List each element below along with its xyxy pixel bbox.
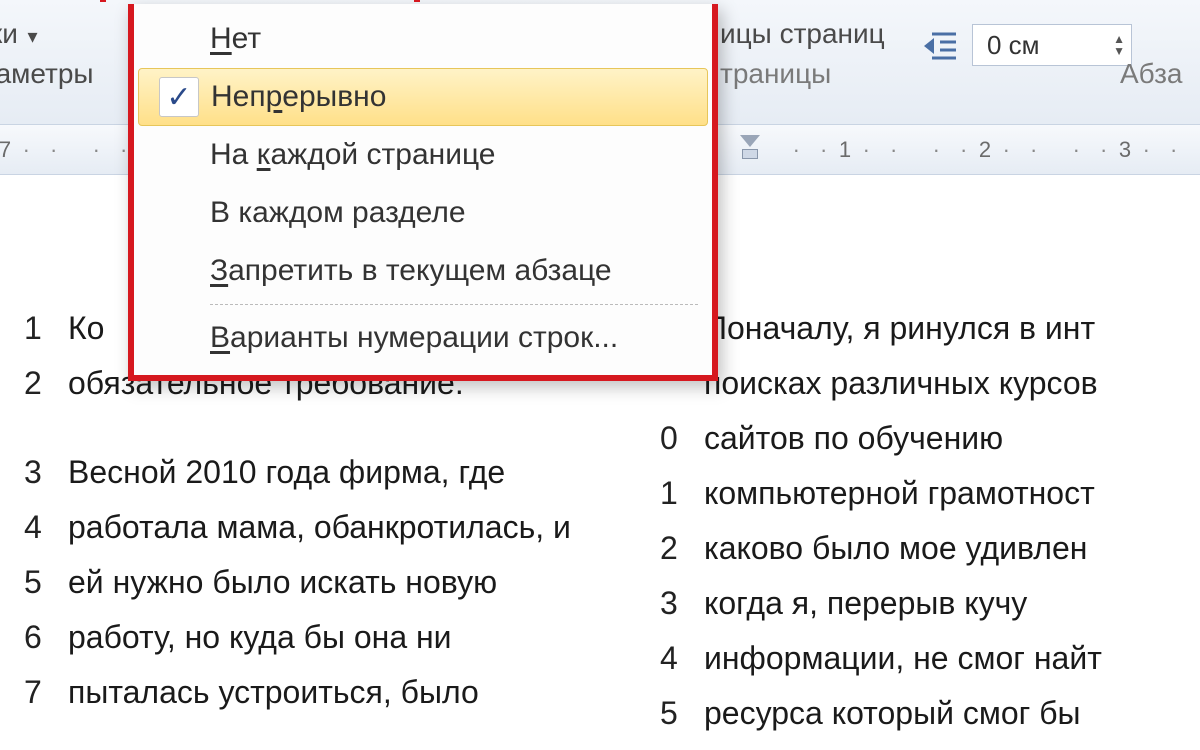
indent-marker-icon[interactable] xyxy=(740,135,760,171)
annotation-highlight-top xyxy=(100,0,420,2)
line-number: 4 xyxy=(24,509,68,546)
menu-item-label: Варианты нумерации строк... xyxy=(210,321,618,355)
line-numbering-dropdown: Нет ✓ Непрерывно На каждой странице В каждом… xyxy=(128,4,718,381)
menu-item-label: Непрерывно xyxy=(211,80,386,114)
line-text[interactable]: ей нужно было искать новую xyxy=(68,564,644,601)
text-column-right: Поначалу, я ринулся в инт поисках различн… xyxy=(660,310,1200,750)
document-line: Поначалу, я ринулся в инт xyxy=(660,310,1200,347)
document-line: 3Весной 2010 года фирма, где xyxy=(24,454,644,491)
line-number: 1 xyxy=(660,475,704,512)
menu-item[interactable]: Запретить в текущем абзаце xyxy=(138,242,708,300)
ruler-tick xyxy=(1160,125,1200,175)
line-text[interactable]: информации, не смог найт xyxy=(704,640,1200,677)
document-line: 1компьютерной грамотност xyxy=(660,475,1200,512)
ribbon-button-fragment-left[interactable]: ки ▾ xyxy=(0,18,38,50)
line-number: 7 xyxy=(24,674,68,711)
ribbon-group-label-right: траницы xyxy=(720,58,831,90)
chevron-down-icon[interactable]: ▼ xyxy=(1113,46,1125,56)
menu-separator xyxy=(210,304,698,305)
line-text[interactable]: Весной 2010 года фирма, где xyxy=(68,454,644,491)
document-line: 6работу, но куда бы она ни xyxy=(24,619,644,656)
line-text[interactable]: Поначалу, я ринулся в инт xyxy=(704,310,1200,347)
ruler-tick xyxy=(1020,125,1090,175)
indent-value: 0 см xyxy=(987,30,1040,61)
line-text[interactable]: работала мама, обанкротилась, и xyxy=(68,509,644,546)
menu-item[interactable]: На каждой странице xyxy=(138,126,708,184)
line-number: 0 xyxy=(660,420,704,457)
line-text[interactable]: компьютерной грамотност xyxy=(704,475,1200,512)
ruler-tick: 3 xyxy=(1090,125,1160,175)
menu-item-label: Нет xyxy=(210,22,261,56)
line-number: 2 xyxy=(24,365,68,402)
ruler-tick: 2 xyxy=(950,125,1020,175)
document-line: 2каково было мое удивлен xyxy=(660,530,1200,567)
menu-item[interactable]: ✓ Непрерывно xyxy=(138,68,708,126)
line-text[interactable]: сайтов по обучению xyxy=(704,420,1200,457)
menu-item-options[interactable]: Варианты нумерации строк... xyxy=(138,309,708,367)
line-number: 3 xyxy=(24,454,68,491)
line-number: 1 xyxy=(24,310,68,347)
indent-left-icon[interactable] xyxy=(920,27,960,63)
line-number: 2 xyxy=(660,530,704,567)
paragraph-gap xyxy=(24,420,644,454)
check-icon: ✓ xyxy=(159,77,199,117)
document-line: 5ресурса который смог бы xyxy=(660,695,1200,732)
menu-item-label: В каждом разделе xyxy=(210,196,466,230)
indent-control-group: 0 см ▲ ▼ xyxy=(920,24,1132,66)
ruler-tick xyxy=(40,125,110,175)
chevron-up-icon[interactable]: ▲ xyxy=(1113,34,1125,44)
line-text[interactable]: когда я, перерыв кучу xyxy=(704,585,1200,622)
line-number: 6 xyxy=(24,619,68,656)
ribbon-button-fragment-right[interactable]: ицы страниц xyxy=(720,18,885,50)
ribbon-group-label-paragraph: Абза xyxy=(1120,58,1183,90)
ruler-tick xyxy=(880,125,950,175)
line-text[interactable]: работу, но куда бы она ни xyxy=(68,619,644,656)
spinner-control[interactable]: ▲ ▼ xyxy=(1113,34,1125,56)
document-line: 4работала мама, обанкротилась, и xyxy=(24,509,644,546)
line-text[interactable]: пыталась устроиться, было xyxy=(68,674,644,711)
document-line: поисках различных курсов xyxy=(660,365,1200,402)
line-number: 5 xyxy=(24,564,68,601)
document-line: 5ей нужно было искать новую xyxy=(24,564,644,601)
line-text[interactable]: поисках различных курсов xyxy=(704,365,1200,402)
ruler-tick: 7 xyxy=(0,125,40,175)
menu-item[interactable]: В каждом разделе xyxy=(138,184,708,242)
line-number: 4 xyxy=(660,640,704,677)
document-line: 7пыталась устроиться, было xyxy=(24,674,644,711)
line-text[interactable]: каково было мое удивлен xyxy=(704,530,1200,567)
chevron-down-icon: ▾ xyxy=(22,26,38,48)
document-line: 0сайтов по обучению xyxy=(660,420,1200,457)
menu-item-label: На каждой странице xyxy=(210,138,495,172)
ribbon-group-label-left: раметры xyxy=(0,58,94,90)
line-number: 3 xyxy=(660,585,704,622)
document-line: 4информации, не смог найт xyxy=(660,640,1200,677)
ruler-tick: 1 xyxy=(810,125,880,175)
line-number: 5 xyxy=(660,695,704,732)
line-text[interactable]: ресурса который смог бы xyxy=(704,695,1200,732)
indent-value-field[interactable]: 0 см ▲ ▼ xyxy=(972,24,1132,66)
document-line: 3когда я, перерыв кучу xyxy=(660,585,1200,622)
menu-item[interactable]: Нет xyxy=(138,10,708,68)
menu-item-label: Запретить в текущем абзаце xyxy=(210,254,612,288)
